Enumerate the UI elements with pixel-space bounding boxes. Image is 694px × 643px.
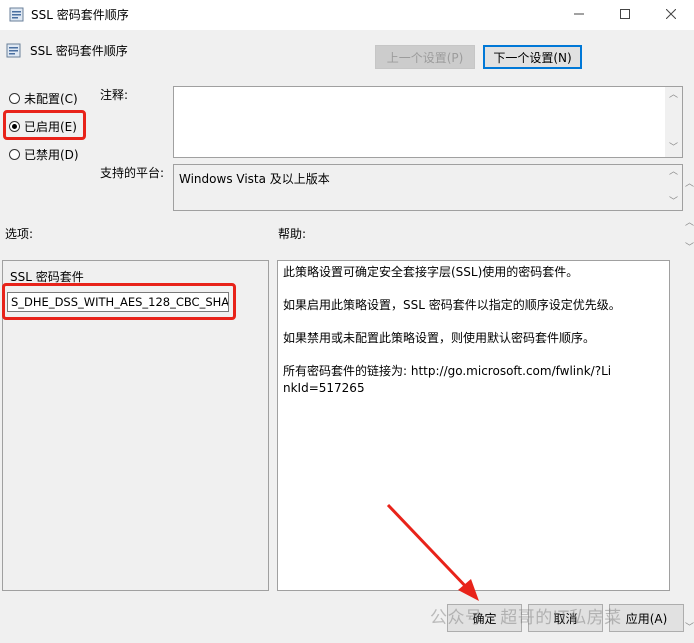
radio-disabled[interactable]: 已禁用(D) (9, 145, 79, 163)
radio-not-configured[interactable]: 未配置(C) (9, 89, 78, 107)
minimize-icon (574, 8, 584, 22)
platform-box: Windows Vista 及以上版本 ︿ ﹀ (173, 164, 683, 211)
comment-scrollbar[interactable]: ︿ ﹀ (665, 87, 682, 157)
chevron-down-icon[interactable]: ﹀ (669, 198, 678, 207)
radio-button[interactable] (9, 120, 20, 132)
chevron-up-icon[interactable]: ︿ (669, 168, 678, 177)
help-paragraph: 如果启用此策略设置，SSL 密码套件以指定的顺序设定优先级。 (283, 298, 621, 312)
platform-label: 支持的平台: (100, 166, 165, 180)
chevron-down-icon[interactable]: ﹀ (685, 624, 694, 633)
platform-scrollbar[interactable]: ︿ ﹀ (665, 165, 682, 210)
previous-setting-button[interactable]: 上一个设置(P) (375, 45, 475, 69)
help-label: 帮助: (278, 227, 307, 241)
chevron-up-icon[interactable]: ︿ (669, 91, 678, 100)
platform-value: Windows Vista 及以上版本 (179, 172, 330, 186)
apply-button[interactable]: 应用(A) (609, 604, 684, 632)
radio-enabled[interactable]: 已启用(E) (9, 117, 77, 135)
setting-title: SSL 密码套件顺序 (30, 44, 128, 58)
annotation-arrow (386, 503, 479, 601)
comment-textarea[interactable]: ︿ ﹀ (173, 86, 683, 158)
ok-button[interactable]: 确定 (447, 604, 522, 632)
chevron-down-icon[interactable]: ﹀ (685, 244, 694, 253)
window-title: SSL 密码套件顺序 (31, 8, 129, 22)
help-paragraph: 如果禁用或未配置此策略设置，则使用默认密码套件顺序。 (283, 331, 596, 345)
maximize-icon (620, 8, 630, 22)
radio-label: 已启用(E) (24, 119, 77, 134)
radio-label: 已禁用(D) (24, 147, 79, 162)
close-icon (665, 8, 677, 22)
chevron-down-icon[interactable]: ﹀ (669, 144, 678, 153)
cancel-button[interactable]: 取消 (528, 604, 603, 632)
radio-button[interactable] (9, 148, 20, 160)
next-setting-button[interactable]: 下一个设置(N) (483, 45, 582, 69)
minimize-button[interactable] (556, 0, 602, 30)
chevron-up-icon[interactable]: ︿ (685, 180, 694, 189)
policy-icon (9, 7, 24, 22)
chevron-up-icon[interactable]: ︿ (685, 219, 694, 228)
radio-label: 未配置(C) (24, 91, 78, 106)
radio-button[interactable] (9, 92, 20, 104)
options-label: 选项: (5, 227, 34, 241)
help-paragraph: 此策略设置可确定安全套接字层(SSL)使用的密码套件。 (283, 265, 579, 279)
cipher-suite-input[interactable]: S_DHE_DSS_WITH_AES_128_CBC_SHA (7, 292, 229, 312)
maximize-button[interactable] (602, 0, 648, 30)
window-scrollbar[interactable]: ︿ ︿ ﹀ ﹀ (685, 44, 694, 633)
policy-icon (6, 43, 21, 58)
close-button[interactable] (648, 0, 694, 30)
comment-label: 注释: (100, 88, 129, 102)
help-paragraph: 所有密码套件的链接为: http://go.microsoft.com/fwli… (283, 364, 612, 395)
